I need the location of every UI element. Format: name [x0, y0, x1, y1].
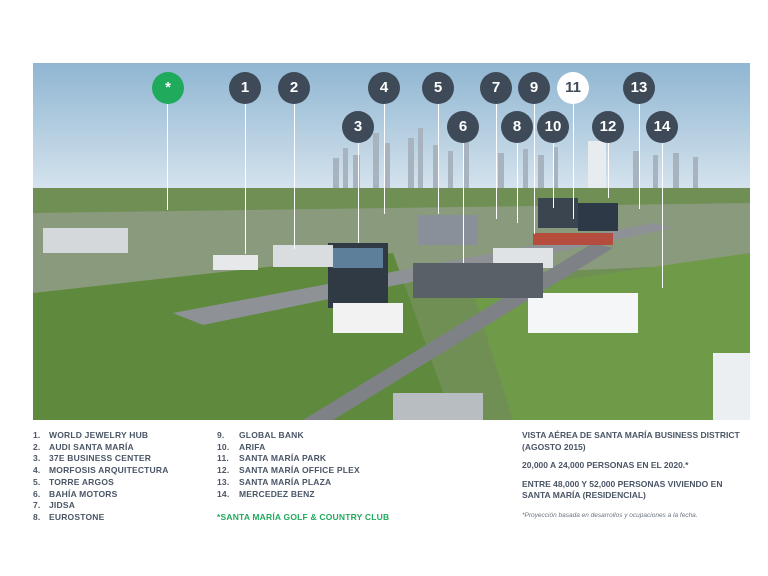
legend-item: 14. MERCEDEZ BENZ: [217, 489, 389, 501]
pin-14: [662, 143, 663, 288]
legend-num: 4.: [33, 465, 41, 476]
legend-item: 2. AUDI SANTA MARÍA: [33, 442, 169, 454]
pin-5: [438, 104, 439, 214]
pin-10: [553, 143, 554, 208]
marker-12: 12: [592, 111, 624, 143]
info-panel: VISTA AÉREA DE SANTA MARÍA BUSINESS DIST…: [522, 430, 752, 509]
marker-13: 13: [623, 72, 655, 104]
marker-10: 10: [537, 111, 569, 143]
legend-num: 8.: [33, 511, 41, 522]
pin-7: [496, 104, 497, 219]
pin-2: [294, 104, 295, 249]
golf-club-label: *SANTA MARÍA GOLF & COUNTRY CLUB: [217, 512, 390, 523]
legend-name: GLOBAL BANK: [239, 430, 304, 440]
pin-4: [384, 104, 385, 214]
marker-2: 2: [278, 72, 310, 104]
legend-right: 9. GLOBAL BANK 10. ARIFA 11. SANTA MARÍA PA…: [217, 430, 389, 524]
golf-club-note: *SANTA MARÍA GOLF & COUNTRY CLUB: [217, 512, 389, 524]
legend-name: MORFOSIS ARQUITECTURA: [49, 465, 169, 476]
pin-8: [517, 143, 518, 223]
marker-golf-club: *: [152, 72, 184, 104]
pin-13: [639, 104, 640, 209]
legend-num: 3.: [33, 453, 41, 464]
marker-5: 5: [422, 72, 454, 104]
legend-num: 13.: [217, 476, 230, 487]
legend-num: 10.: [217, 441, 230, 452]
legend-name: SANTA MARÍA PLAZA: [239, 476, 332, 487]
marker-1: 1: [229, 72, 261, 104]
legend-item: 9. GLOBAL BANK: [217, 430, 389, 442]
legend-name: TORRE ARGOS: [49, 476, 115, 487]
legend-name: MERCEDEZ BENZ: [239, 488, 315, 499]
legend-num: 1.: [33, 430, 41, 440]
info-residential: ENTRE 48,000 Y 52,000 PERSONAS VIVIENDO …: [522, 478, 723, 501]
pin-12: [608, 143, 609, 198]
legend-item: 3. 37E BUSINESS CENTER: [33, 453, 169, 465]
legend-item: 6. BAHÍA MOTORS: [33, 489, 169, 501]
marker-9: 9: [518, 72, 550, 104]
legend-name: JIDSA: [49, 500, 76, 511]
marker-8: 8: [501, 111, 533, 143]
legend-left: 1. WORLD JEWELRY HUB 2. AUDI SANTA MARÍA 3…: [33, 430, 169, 524]
pin-3: [358, 143, 359, 243]
pin-1: [245, 104, 246, 254]
legend-num: 5.: [33, 476, 41, 487]
legend-num: 14.: [217, 488, 230, 499]
marker-7: 7: [480, 72, 512, 104]
legend-num: 11.: [217, 453, 229, 464]
info-title: VISTA AÉREA DE SANTA MARÍA BUSINESS DIST…: [522, 430, 740, 452]
legend-num: 2.: [33, 441, 41, 452]
footnote: *Proyección basada en desarrollos y ocup…: [522, 512, 698, 519]
legend-name: 37E BUSINESS CENTER: [49, 453, 152, 464]
legend-name: SANTA MARÍA OFFICE PLEX: [239, 465, 360, 476]
marker-14: 14: [646, 111, 678, 143]
legend-name: ARIFA: [239, 441, 266, 452]
info-population-2020: 20,000 A 24,000 PERSONAS EN EL 2020.*: [522, 460, 689, 470]
legend-name: WORLD JEWELRY HUB: [49, 430, 149, 440]
legend-num: 7.: [33, 500, 41, 511]
marker-11: 11: [557, 72, 589, 104]
legend-num: 6.: [33, 488, 41, 499]
legend-item: 11. SANTA MARÍA PARK: [217, 453, 389, 465]
legend-name: EUROSTONE: [49, 511, 105, 522]
legend-name: BAHÍA MOTORS: [49, 488, 118, 499]
pin-11: [573, 104, 574, 219]
pin-9: [534, 104, 535, 234]
legend-item: 13. SANTA MARÍA PLAZA: [217, 477, 389, 489]
legend-name: SANTA MARÍA PARK: [239, 453, 327, 464]
legend-num: 12.: [217, 465, 230, 476]
aerial-photo: [33, 63, 750, 420]
marker-3: 3: [342, 111, 374, 143]
legend-num: 9.: [217, 430, 225, 440]
legend-item: 4. MORFOSIS ARQUITECTURA: [33, 465, 169, 477]
legend-item: 5. TORRE ARGOS: [33, 477, 169, 489]
legend-item: 7. JIDSA: [33, 500, 169, 512]
legend-item: 8. EUROSTONE: [33, 512, 169, 524]
legend-name: AUDI SANTA MARÍA: [49, 441, 134, 452]
legend-item: 12. SANTA MARÍA OFFICE PLEX: [217, 465, 389, 477]
legend-item: 1. WORLD JEWELRY HUB: [33, 430, 169, 442]
legend-item: 10. ARIFA: [217, 442, 389, 454]
pin-6: [463, 143, 464, 263]
pin-golf: [167, 104, 168, 210]
marker-4: 4: [368, 72, 400, 104]
marker-6: 6: [447, 111, 479, 143]
